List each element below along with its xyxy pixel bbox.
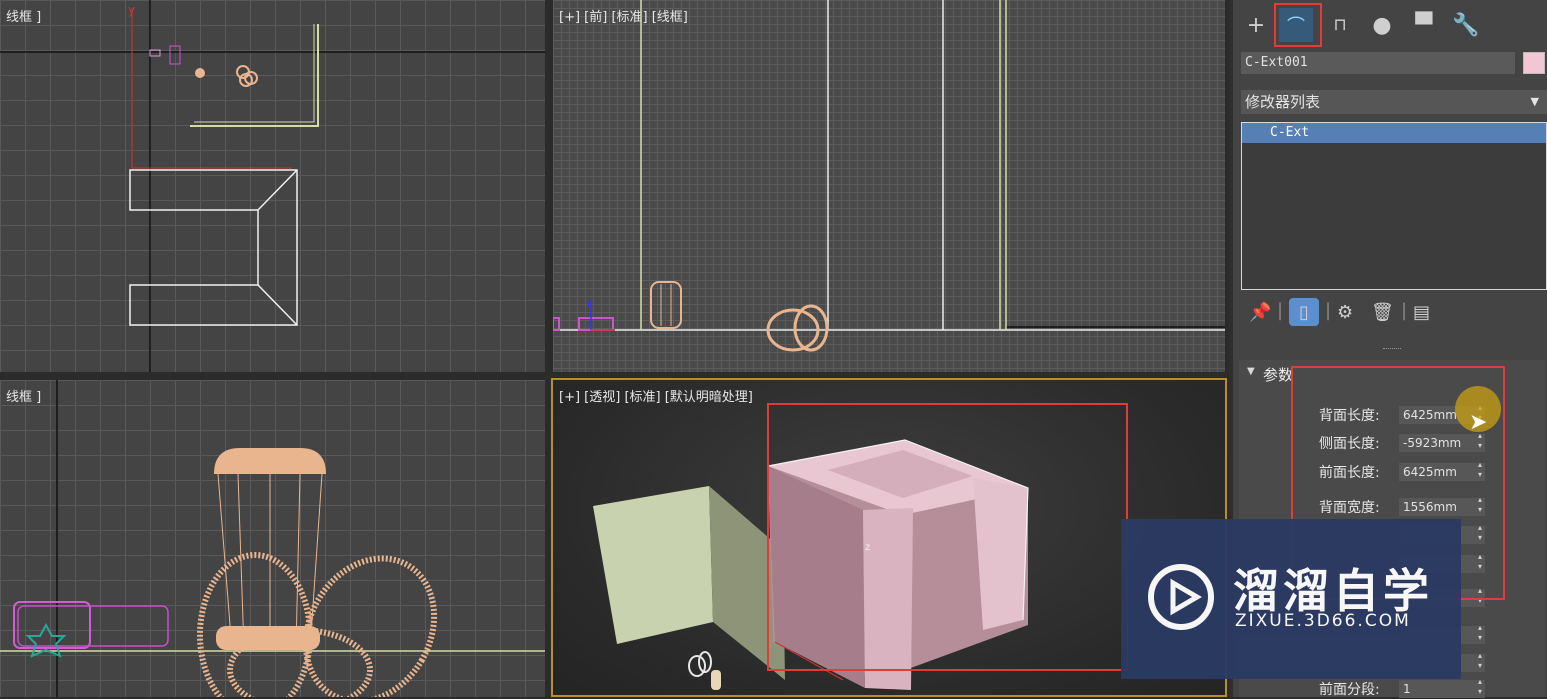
svg-text:z: z xyxy=(587,298,592,309)
tab-utilities[interactable]: 🔧 xyxy=(1449,8,1483,42)
rollout-collapse-icon[interactable]: ▼ xyxy=(1247,366,1255,377)
viewport-top[interactable]: 线框 ] y xyxy=(0,0,545,372)
configure-sets-icon[interactable]: ▤ xyxy=(1413,302,1430,323)
separator: | xyxy=(1277,300,1284,321)
viewport-left[interactable]: 线框 ] xyxy=(0,380,545,697)
motion-icon: ● xyxy=(1372,12,1392,38)
watermark: 溜溜自学 ZIXUE.3D66.COM xyxy=(1121,519,1461,679)
param-spinner-front-segments[interactable]: 1 xyxy=(1399,677,1485,698)
modifier-list-dropdown[interactable]: 修改器列表 ▼ xyxy=(1241,90,1547,114)
tab-display[interactable]: ▀ xyxy=(1407,8,1441,42)
tab-hierarchy[interactable]: ⊓ xyxy=(1323,8,1357,42)
top-view-geometry: y xyxy=(0,0,545,372)
rollout-divider xyxy=(1383,348,1401,352)
remove-modifier-icon[interactable]: 🗑 xyxy=(1371,302,1394,323)
front-view-geometry: z xyxy=(553,0,1225,352)
make-unique-icon[interactable]: ⚙ xyxy=(1337,302,1353,323)
object-color-swatch[interactable] xyxy=(1523,52,1545,74)
svg-text:y: y xyxy=(128,3,135,17)
show-end-result-icon: ▯ xyxy=(1299,301,1309,323)
plus-icon: + xyxy=(1246,12,1266,38)
param-label-front-segments: 前面分段: xyxy=(1319,682,1380,698)
command-panel-tabs: + ⌒ ⊓ ● ▀ 🔧 xyxy=(1233,0,1547,50)
separator: | xyxy=(1401,300,1408,321)
svg-text:z: z xyxy=(865,542,870,553)
play-logo-icon xyxy=(1148,564,1214,630)
show-end-result-button[interactable]: ▯ xyxy=(1289,298,1319,326)
tab-motion[interactable]: ● xyxy=(1365,8,1399,42)
separator: | xyxy=(1325,300,1332,321)
modifier-stack-item[interactable]: C-Ext xyxy=(1242,123,1546,143)
left-view-geometry xyxy=(0,380,545,697)
viewport-front[interactable]: [+] [前] [标准] [线框] z xyxy=(553,0,1225,372)
tab-create[interactable]: + xyxy=(1239,8,1273,42)
object-name-field[interactable]: C-Ext001 xyxy=(1241,52,1515,74)
watermark-url: ZIXUE.3D66.COM xyxy=(1235,611,1411,631)
wrench-icon: 🔧 xyxy=(1452,12,1480,38)
modifier-stack[interactable]: C-Ext xyxy=(1241,122,1547,290)
modify-tab-highlight xyxy=(1274,3,1322,47)
chevron-down-icon: ▼ xyxy=(1530,95,1539,108)
mouse-cursor-icon: ➤ xyxy=(1469,410,1488,435)
rollout-title[interactable]: 参数 xyxy=(1263,364,1293,385)
hierarchy-icon: ⊓ xyxy=(1333,15,1347,35)
display-icon: ▀ xyxy=(1415,12,1433,38)
modifier-list-label: 修改器列表 xyxy=(1245,93,1321,111)
pin-stack-icon[interactable]: 📌 xyxy=(1249,302,1271,323)
